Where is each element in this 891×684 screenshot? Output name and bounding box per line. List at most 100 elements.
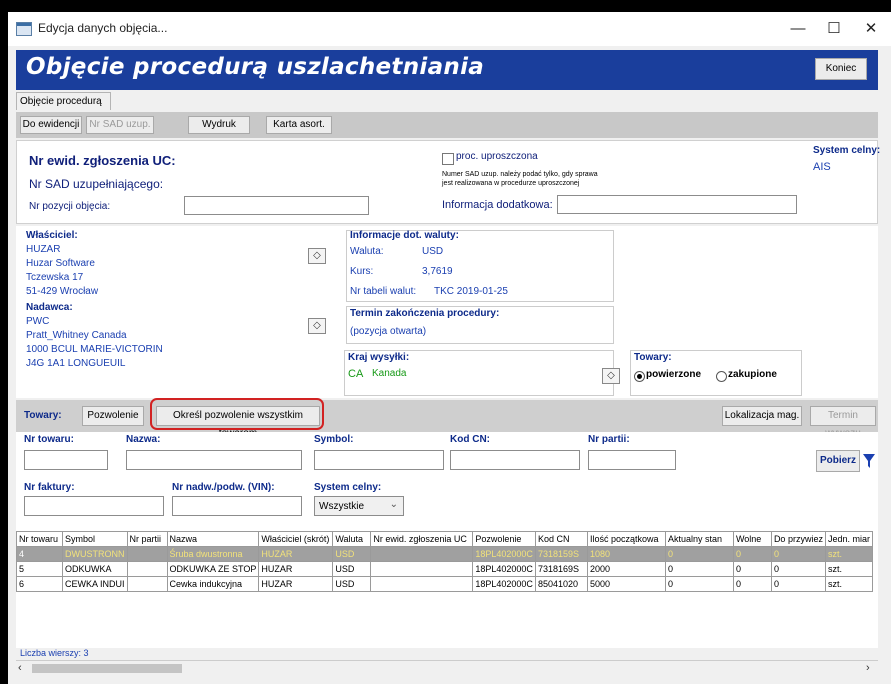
filter-kod-cn-input[interactable] [450,450,580,470]
column-header[interactable]: Do przywiez [770,531,826,547]
column-header[interactable]: Ilość początkowa [586,531,666,547]
table-header-row: Nr towaru Symbol Nr partii Nazwa Właścic… [16,531,873,547]
filter-system-select[interactable]: Wszystkie ⌄ [314,496,404,516]
table-cell: 0 [770,561,826,577]
minimize-button[interactable]: — [778,16,818,42]
column-header[interactable]: Pozwolenie [472,531,536,547]
nr-pozycji-input[interactable] [184,196,369,215]
maximize-button[interactable]: ☐ [814,16,854,42]
horizontal-scrollbar[interactable]: ‹ › [16,660,878,677]
app-window-icon [16,22,32,36]
tab-objecie-procedura[interactable]: Objęcie procedurą [16,92,111,110]
header-band: Objęcie procedurą uszlachetniania Koniec [16,50,878,90]
column-header[interactable]: Nr partii [126,531,168,547]
window-title: Edycja danych objęcia... [38,21,168,35]
column-header[interactable]: Kod CN [534,531,588,547]
edit-wlasciciel-icon[interactable]: ◇ [308,248,326,264]
table-cell: 5000 [586,576,666,592]
kraj-label: Kraj wysyłki: [348,352,410,363]
system-celny-label: System celny: [813,145,881,156]
scroll-left-icon[interactable]: ‹ [18,662,22,674]
edit-nadawca-icon[interactable]: ◇ [308,318,326,334]
table-cell: HUZAR [258,546,334,562]
edit-kraj-icon[interactable]: ◇ [602,368,620,384]
do-ewidencji-button[interactable]: Do ewidencji [20,116,82,134]
table-cell: 1080 [586,546,666,562]
wlasciciel-line-4: 51-429 Wrocław [26,286,99,297]
table-cell: 6 [16,576,63,592]
wlasciciel-line-1: HUZAR [26,244,61,255]
table-cell: szt. [824,561,873,577]
table-cell: szt. [824,546,873,562]
waluta-label: Waluta: [350,246,384,257]
tabela-value: TKC 2019-01-25 [434,286,508,297]
radio-powierzone-label: powierzone [646,369,702,380]
lokalizacja-mag-button[interactable]: Lokalizacja mag. [722,406,802,426]
table-row[interactable]: 6 CEWKA INDUI Cewka indukcyjna HUZAR USD… [16,576,873,592]
nadawca-line-2: Pratt_Whitney Canada [26,330,127,341]
table-row[interactable]: 4 DWUSTRONN Śruba dwustronna HUZAR USD 1… [16,546,873,562]
towary-radio-label: Towary: [634,352,672,363]
sad-note-line2: jest realizowana w procedurze uproszczon… [442,180,580,187]
column-header[interactable]: Symbol [62,531,128,547]
nadawca-line-4: J4G 1A1 LONGUEUIL [26,358,126,369]
karta-asort-button[interactable]: Karta asort. [266,116,332,134]
pozwolenie-button[interactable]: Pozwolenie [82,406,144,426]
filter-nazwa-input[interactable] [126,450,302,470]
scrollbar-thumb[interactable] [32,664,182,673]
wydruk-button[interactable]: Wydruk [188,116,250,134]
column-header[interactable]: Właściciel (skrót) [258,531,334,547]
column-header[interactable]: Nazwa [166,531,260,547]
proc-uproszczona-checkbox[interactable] [442,153,454,165]
column-header[interactable]: Nr ewid. zgłoszenia UC [370,531,474,547]
filter-symbol-input[interactable] [314,450,444,470]
table-cell: USD [332,576,372,592]
table-row[interactable]: 5 ODKUWKA ODKUWKA ZE STOP HUZAR USD 18PL… [16,561,873,577]
column-header[interactable]: Nr towaru [16,531,63,547]
title-bar: Edycja danych objęcia... — ☐ ✕ [8,12,891,46]
towary-bar-label: Towary: [24,410,62,421]
radio-powierzone[interactable] [634,371,645,382]
table-cell: 0 [732,576,772,592]
filter-nr-towaru-input[interactable] [24,450,108,470]
filter-icon[interactable] [862,452,876,470]
proc-uproszczona-label: proc. uproszczona [456,151,538,162]
radio-zakupione-label: zakupione [728,369,777,380]
table-cell: 0 [770,546,826,562]
column-header[interactable]: Wolne [732,531,772,547]
pobierz-button[interactable]: Pobierz [816,450,860,472]
informacja-input[interactable] [557,195,797,214]
waluta-value: USD [422,246,444,257]
table-cell [370,546,474,562]
filter-nr-faktury-input[interactable] [24,496,164,516]
wlasciciel-line-3: Tczewska 17 [26,272,84,283]
table-cell [126,561,168,577]
table-cell: HUZAR [258,561,334,577]
nadawca-line-1: PWC [26,316,50,327]
radio-zakupione[interactable] [716,371,727,382]
kraj-code: CA [348,368,364,380]
termin-wywozu-button[interactable]: Termin wywozu [810,406,876,439]
column-header[interactable]: Jedn. miar [824,531,873,547]
column-header[interactable]: Waluta [332,531,372,547]
table-cell: 7318159S [534,546,588,562]
filter-nr-partii-label: Nr partii: [588,434,630,445]
column-header[interactable]: Aktualny stan [664,531,734,547]
scroll-right-icon[interactable]: › [866,662,870,674]
filter-nr-nadw-input[interactable] [172,496,302,516]
table-cell: DWUSTRONN [62,546,128,562]
table-cell: 2000 [586,561,666,577]
nadawca-line-3: 1000 BCUL MARIE-VICTORIN [26,344,163,355]
filter-nr-partii-input[interactable] [588,450,676,470]
nadawca-label: Nadawca: [26,302,73,313]
table-cell: 0 [664,546,734,562]
nr-sad-label: Nr SAD uzupełniającego: [29,177,164,191]
table-cell [370,561,474,577]
table-cell: 5 [16,561,63,577]
table-cell: Cewka indukcyjna [166,576,260,592]
filter-system-value: Wszystkie [319,501,364,512]
nr-sad-uzup-button[interactable]: Nr SAD uzup. [86,116,154,134]
filter-nazwa-label: Nazwa: [126,434,161,445]
close-button[interactable]: ✕ [851,16,891,42]
koniec-button[interactable]: Koniec [815,58,867,80]
